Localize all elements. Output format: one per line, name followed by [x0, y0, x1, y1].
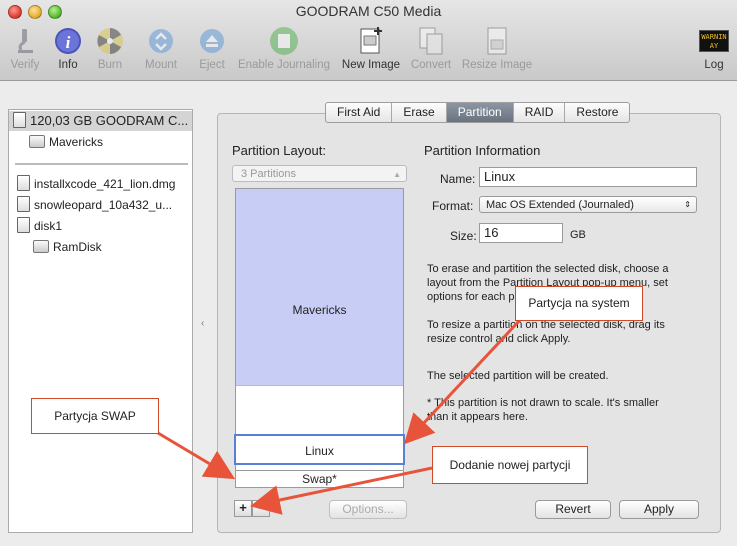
arrow-to-swap-partition: [157, 431, 236, 480]
callout-swap-partition: Partycja SWAP: [31, 398, 159, 434]
disk-utility-window: GOODRAM C50 Media Verify i Info Burn Mou…: [0, 0, 737, 546]
callout-new-partition: Dodanie nowej partycji: [432, 446, 588, 484]
annotation-arrows: [157, 318, 522, 515]
arrow-to-add-button: [250, 466, 433, 515]
arrow-to-linux-partition: [403, 318, 522, 445]
callout-system-partition: Partycja na system: [515, 286, 643, 321]
